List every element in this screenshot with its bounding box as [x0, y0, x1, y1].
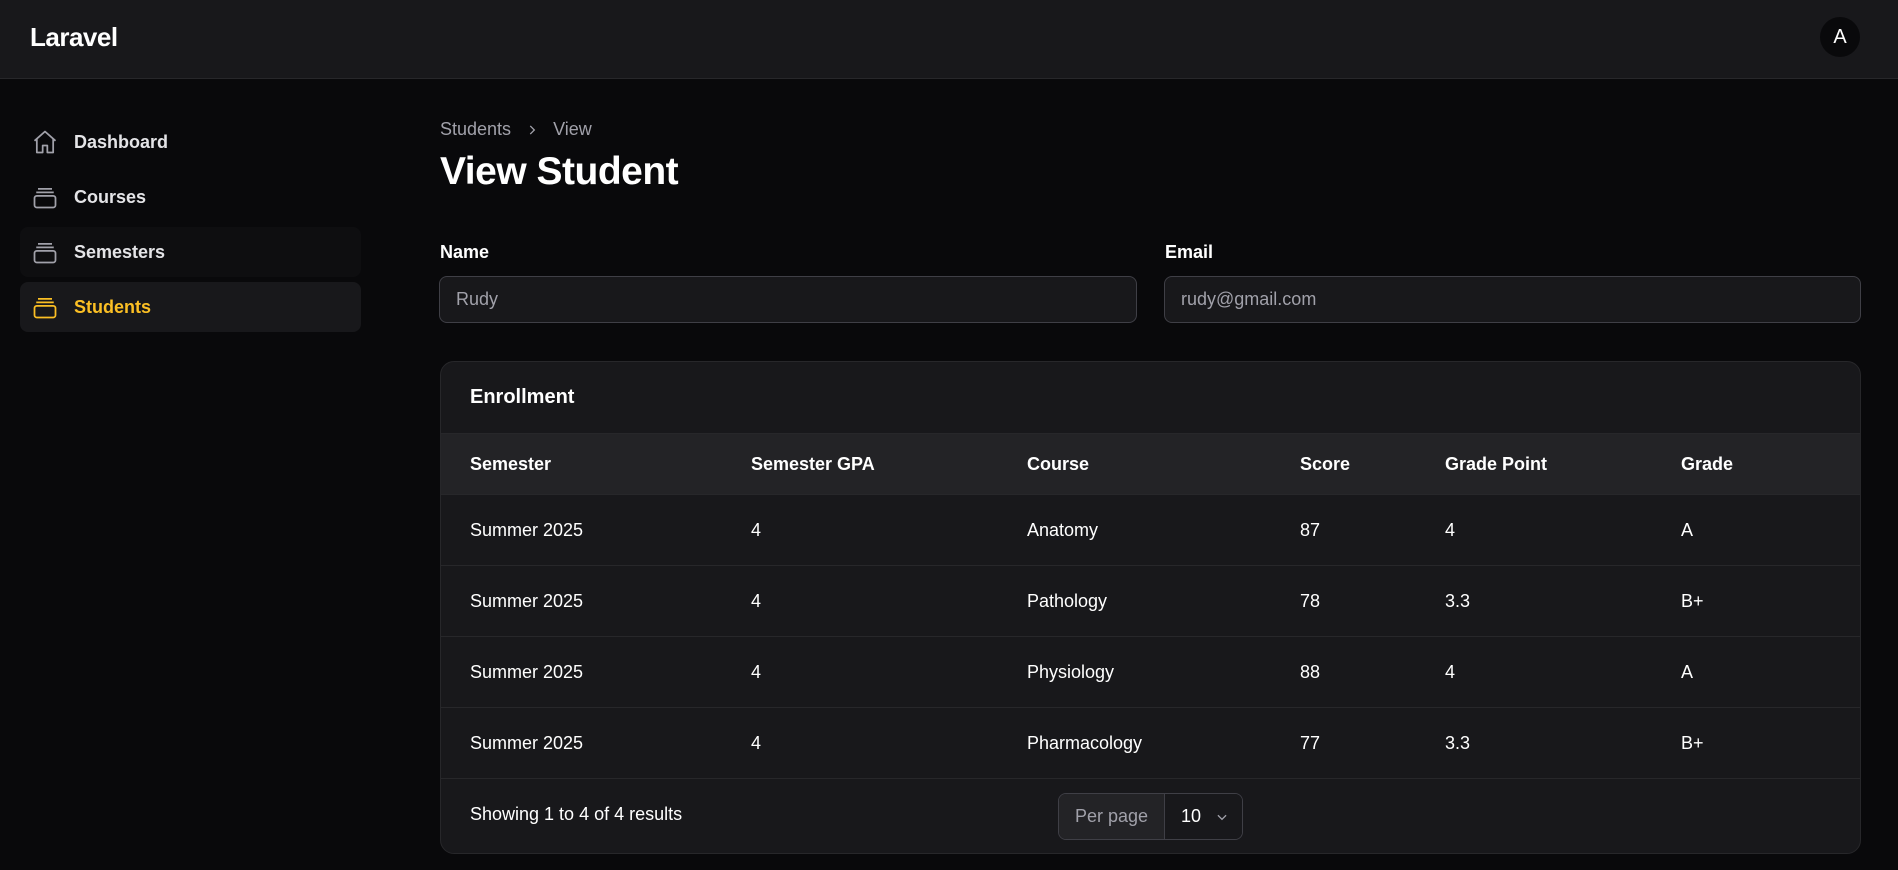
stack-icon — [30, 292, 60, 322]
cell-grade: B+ — [1681, 732, 1704, 753]
sidebar-item-students[interactable]: Students — [20, 282, 361, 332]
cell-grade: A — [1681, 661, 1694, 682]
column-header-grade[interactable]: Grade — [1652, 434, 1860, 495]
cell-semester: Summer 2025 — [470, 732, 584, 753]
sidebar-item-label: Courses — [74, 186, 147, 207]
per-page-label: Per page — [1059, 794, 1165, 839]
cell-score: 88 — [1300, 661, 1321, 682]
breadcrumb-current: View — [553, 119, 592, 139]
cell-score: 77 — [1300, 732, 1321, 753]
table-row[interactable]: Summer 2025 4 Pathology 78 3.3 B+ — [441, 566, 1860, 637]
cell-course: Anatomy — [1027, 519, 1099, 540]
sidebar-item-semesters[interactable]: Semesters — [20, 227, 361, 277]
column-header-semester[interactable]: Semester — [441, 434, 722, 495]
column-header-semester-gpa[interactable]: Semester GPA — [722, 434, 998, 495]
column-header-course[interactable]: Course — [998, 434, 1271, 495]
home-icon — [30, 127, 60, 157]
cell-grade-point: 3.3 — [1445, 590, 1471, 611]
name-field[interactable] — [439, 276, 1137, 323]
results-summary: Showing 1 to 4 of 4 results — [470, 804, 683, 824]
cell-course: Physiology — [1027, 661, 1115, 682]
stack-icon — [30, 237, 60, 267]
cell-course: Pharmacology — [1027, 732, 1143, 753]
page-title: View Student — [440, 150, 679, 193]
cell-semester-gpa: 4 — [751, 661, 762, 682]
sidebar: Dashboard Courses Semesters Students — [20, 117, 361, 337]
cell-semester: Summer 2025 — [470, 661, 584, 682]
breadcrumb: Students View — [440, 119, 592, 140]
sidebar-item-courses[interactable]: Courses — [20, 172, 361, 222]
email-label: Email — [1165, 242, 1214, 262]
column-header-grade-point[interactable]: Grade Point — [1416, 434, 1652, 495]
table-row[interactable]: Summer 2025 4 Physiology 88 4 A — [441, 637, 1860, 708]
cell-course: Pathology — [1027, 590, 1108, 611]
sidebar-item-label: Semesters — [74, 241, 166, 262]
cell-semester-gpa: 4 — [751, 732, 762, 753]
cell-score: 87 — [1300, 519, 1321, 540]
column-header-score[interactable]: Score — [1271, 434, 1416, 495]
top-bar: Laravel A — [0, 0, 1898, 79]
sidebar-item-label: Students — [74, 296, 152, 317]
breadcrumb-students-link[interactable]: Students — [440, 119, 511, 140]
table-header-row: Semester Semester GPA Course Score Grade… — [441, 433, 1860, 495]
chevron-down-icon — [1217, 814, 1227, 820]
cell-grade: A — [1681, 519, 1694, 540]
sidebar-item-dashboard[interactable]: Dashboard — [20, 117, 361, 167]
cell-semester-gpa: 4 — [751, 519, 762, 540]
enrollment-title: Enrollment — [470, 386, 575, 408]
stack-icon — [30, 182, 60, 212]
brand-logo[interactable]: Laravel — [30, 22, 118, 53]
per-page-select[interactable]: 10 — [1165, 794, 1242, 839]
table-row[interactable]: Summer 2025 4 Anatomy 87 4 A — [441, 495, 1860, 566]
user-avatar[interactable]: A — [1820, 17, 1860, 57]
cell-semester-gpa: 4 — [751, 590, 762, 611]
cell-semester: Summer 2025 — [470, 519, 584, 540]
cell-grade: B+ — [1681, 590, 1704, 611]
name-label: Name — [440, 242, 490, 262]
per-page-value: 10 — [1181, 806, 1202, 826]
enrollment-table: Semester Semester GPA Course Score Grade… — [441, 433, 1860, 779]
sidebar-item-label: Dashboard — [74, 131, 169, 152]
cell-grade-point: 3.3 — [1445, 732, 1471, 753]
table-footer: Showing 1 to 4 of 4 results Per page 10 — [441, 777, 1860, 853]
per-page-control: Per page 10 — [1058, 793, 1243, 840]
table-row[interactable]: Summer 2025 4 Pharmacology 77 3.3 B+ — [441, 708, 1860, 779]
cell-grade-point: 4 — [1445, 661, 1456, 682]
cell-semester: Summer 2025 — [470, 590, 584, 611]
chevron-right-icon — [525, 123, 539, 137]
email-field[interactable] — [1164, 276, 1861, 323]
cell-grade-point: 4 — [1445, 519, 1456, 540]
enrollment-card: Enrollment Semester Semester GPA Course … — [440, 361, 1861, 854]
cell-score: 78 — [1300, 590, 1321, 611]
